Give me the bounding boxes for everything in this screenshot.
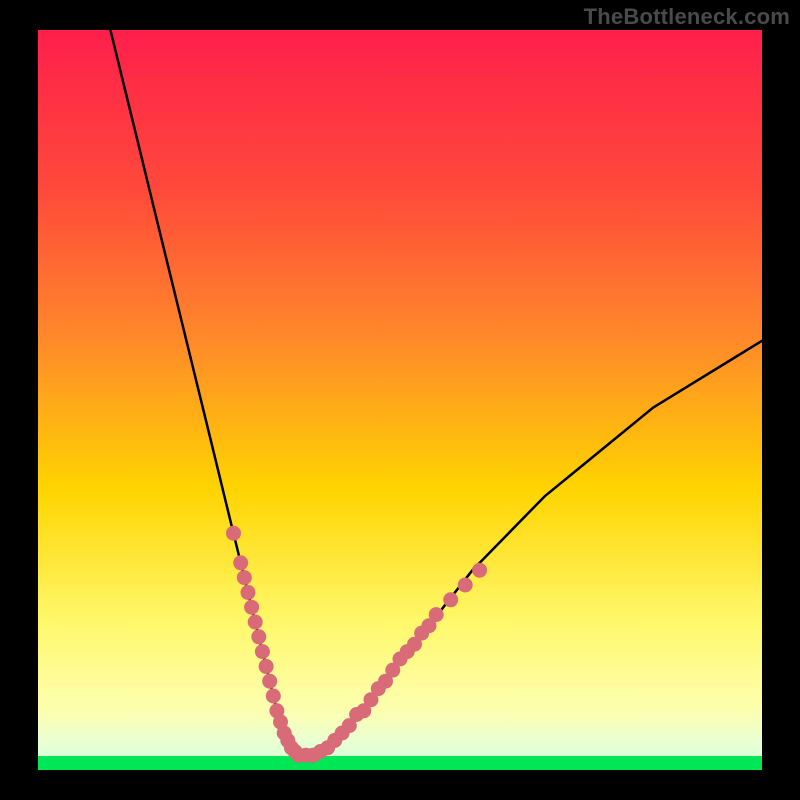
plot-svg [38, 30, 762, 770]
data-marker [472, 563, 487, 578]
data-marker [251, 629, 266, 644]
optimal-band [38, 756, 762, 770]
data-marker [429, 607, 444, 622]
data-marker [248, 615, 263, 630]
chart-container: TheBottleneck.com [0, 0, 800, 800]
data-marker [443, 592, 458, 607]
data-marker [233, 555, 248, 570]
bottleneck-plot [38, 30, 762, 770]
data-marker [241, 585, 256, 600]
data-marker [262, 674, 277, 689]
data-marker [237, 570, 252, 585]
watermark-text: TheBottleneck.com [584, 4, 790, 30]
data-marker [226, 526, 241, 541]
data-marker [255, 644, 270, 659]
data-marker [266, 689, 281, 704]
data-marker [259, 659, 274, 674]
data-marker [458, 578, 473, 593]
data-marker [244, 600, 259, 615]
